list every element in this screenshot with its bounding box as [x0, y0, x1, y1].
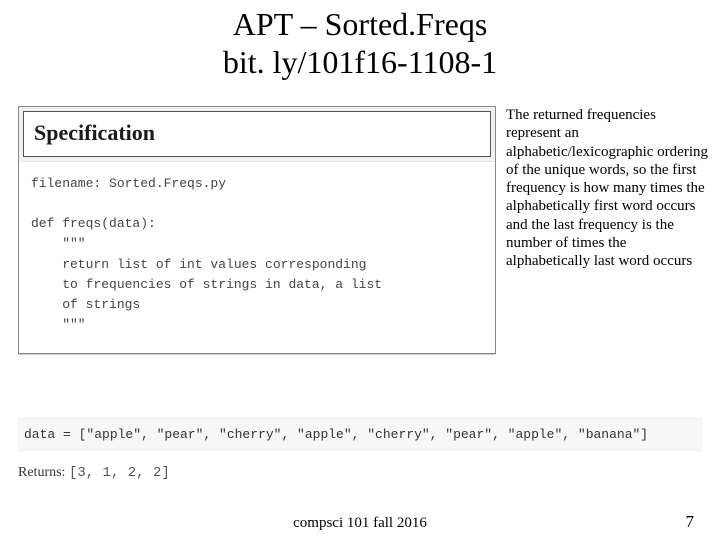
- slide-title: APT – Sorted.Freqs bit. ly/101f16-1108-1: [0, 6, 720, 82]
- footer-page-number: 7: [686, 512, 695, 532]
- returns-label: Returns:: [18, 465, 65, 480]
- code-block: filename: Sorted.Freqs.py def freqs(data…: [19, 161, 495, 353]
- description-paragraph: The returned frequencies represent an al…: [506, 106, 710, 271]
- returns-value: [3, 1, 2, 2]: [69, 465, 170, 481]
- footer-course: compsci 101 fall 2016: [0, 515, 720, 532]
- title-line-2: bit. ly/101f16-1108-1: [223, 44, 497, 80]
- specification-header: Specification: [23, 111, 491, 157]
- returns-line: Returns: [3, 1, 2, 2]: [18, 465, 702, 481]
- example-data-line: data = ["apple", "pear", "cherry", "appl…: [18, 418, 702, 451]
- title-line-1: APT – Sorted.Freqs: [233, 6, 488, 42]
- specification-box: Specification filename: Sorted.Freqs.py …: [18, 106, 496, 354]
- specification-heading: Specification: [34, 120, 480, 146]
- example-block: data = ["apple", "pear", "cherry", "appl…: [18, 418, 702, 481]
